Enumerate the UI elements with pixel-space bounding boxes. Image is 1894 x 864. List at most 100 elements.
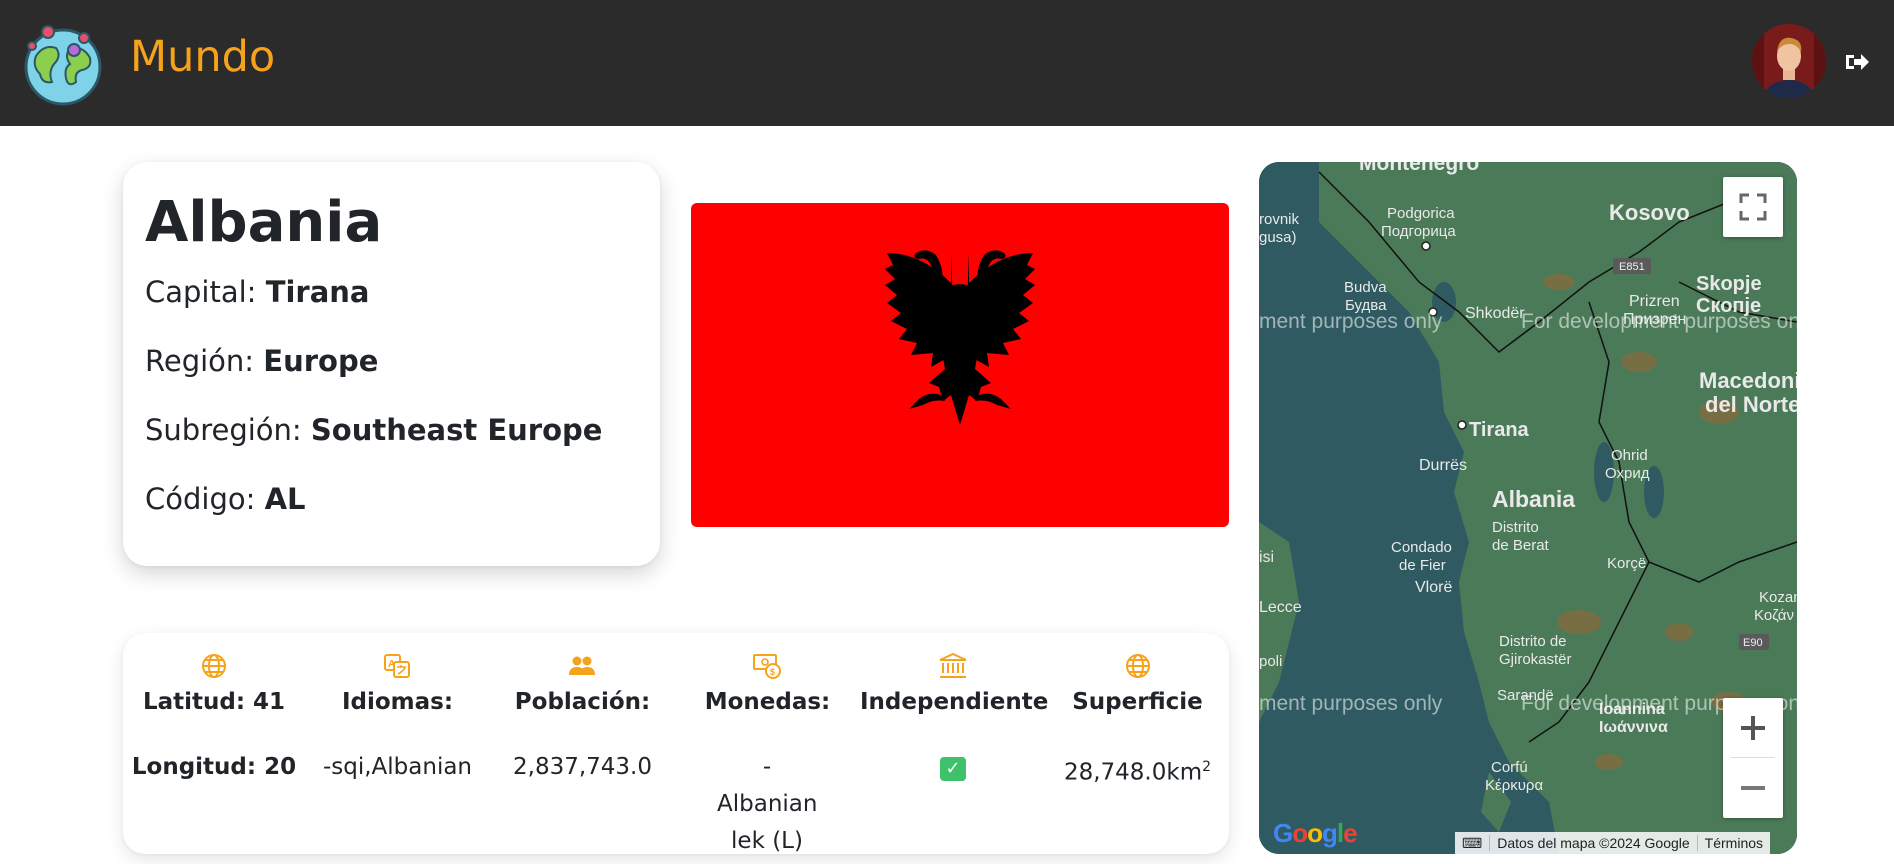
- stat-languages: A Idiomas: -sqi,Albanian: [305, 633, 490, 854]
- svg-text:Skopje: Skopje: [1696, 273, 1762, 295]
- google-map[interactable]: Montenegro Kosovo Podgorica Подгорица Bu…: [1259, 162, 1797, 854]
- subregion-label: Subregión:: [145, 413, 311, 447]
- svg-text:de Berat: de Berat: [1492, 537, 1550, 554]
- svg-text:Gjirokastër: Gjirokastër: [1499, 651, 1572, 668]
- latitude-label: Latitud: 41: [142, 689, 286, 715]
- svg-text:Corfú: Corfú: [1491, 759, 1528, 776]
- dev-watermark: ment purposes only: [1259, 692, 1443, 715]
- svg-text:Distrito: Distrito: [1492, 519, 1539, 536]
- brand-title[interactable]: Mundo: [130, 32, 275, 82]
- svg-text:Ohrid: Ohrid: [1611, 447, 1648, 464]
- area-value: 28,748.0km2: [1046, 749, 1229, 792]
- languages-value: -sqi,Albanian: [322, 754, 473, 780]
- globe-logo-icon[interactable]: [22, 20, 104, 106]
- svg-text:rovnik: rovnik: [1259, 211, 1300, 228]
- region-line: Región: Europe: [145, 344, 378, 378]
- svg-text:de Fier: de Fier: [1399, 557, 1446, 574]
- svg-text:Kozan: Kozan: [1759, 589, 1797, 606]
- code-label: Código:: [145, 482, 265, 516]
- fullscreen-icon: [1739, 193, 1767, 221]
- zoom-in-button[interactable]: [1723, 698, 1783, 758]
- capital-value: Tirana: [265, 275, 370, 309]
- map-data-attribution[interactable]: Datos del mapa ©2024 Google: [1489, 835, 1696, 851]
- svg-text:$: $: [770, 667, 775, 677]
- globe-icon: [1126, 654, 1150, 678]
- languages-label: Idiomas:: [341, 689, 454, 715]
- region-label: Región:: [145, 344, 264, 378]
- region-value: Europe: [263, 344, 379, 378]
- country-stats-card: Latitud: 41 Longitud: 20 A Idiomas: -sqi…: [123, 633, 1229, 854]
- stat-independent: Independiente ✓: [860, 633, 1049, 854]
- svg-text:isi: isi: [1259, 549, 1274, 566]
- user-avatar[interactable]: [1752, 24, 1826, 98]
- svg-text:Vlorë: Vlorë: [1415, 579, 1452, 596]
- svg-text:Korçë: Korçë: [1607, 555, 1646, 572]
- svg-text:Condado: Condado: [1391, 539, 1452, 556]
- svg-text:Lecce: Lecce: [1259, 599, 1302, 616]
- svg-text:Κοζάν: Κοζάν: [1754, 607, 1794, 624]
- keyboard-shortcuts-icon[interactable]: ⌨: [1455, 835, 1489, 852]
- currencies-label: Monedas:: [704, 689, 831, 715]
- svg-text:Ιωάννινα: Ιωάννινα: [1599, 719, 1668, 736]
- svg-text:Macedonia: Macedonia: [1699, 368, 1797, 393]
- subregion-value: Southeast Europe: [310, 413, 603, 447]
- plus-icon: [1741, 716, 1765, 740]
- code-line: Código: AL: [145, 482, 306, 516]
- country-info-card: Albania Capital: Tirana Región: Europe S…: [123, 162, 660, 566]
- svg-text:del Norte: del Norte: [1705, 392, 1797, 417]
- logout-icon[interactable]: [1844, 50, 1870, 74]
- bank-icon: [939, 653, 967, 678]
- subregion-line: Subregión: Southeast Europe: [145, 413, 602, 447]
- svg-text:Distrito de: Distrito de: [1499, 633, 1567, 650]
- zoom-out-button[interactable]: [1723, 758, 1783, 818]
- translate-icon: A: [384, 654, 410, 678]
- svg-text:E851: E851: [1619, 261, 1645, 273]
- country-name: Albania: [145, 190, 383, 255]
- svg-text:A: A: [388, 659, 395, 670]
- svg-text:Durrës: Durrës: [1419, 457, 1467, 474]
- svg-text:E90: E90: [1743, 637, 1763, 649]
- check-mark-icon: ✓: [940, 757, 966, 781]
- currency-exchange-icon: $: [753, 654, 781, 679]
- code-value: AL: [264, 482, 306, 516]
- svg-text:Подгорица: Подгорица: [1381, 223, 1456, 240]
- longitude-label: Longitud: 20: [131, 754, 297, 780]
- top-navbar: Mundo: [0, 0, 1894, 126]
- avatar-image: [1752, 24, 1826, 98]
- stat-coordinates: Latitud: 41 Longitud: 20: [123, 633, 305, 854]
- svg-text:Podgorica: Podgorica: [1387, 205, 1455, 222]
- minus-icon: [1741, 786, 1765, 790]
- population-label: Población:: [514, 689, 651, 715]
- svg-text:Tirana: Tirana: [1469, 419, 1530, 441]
- independent-label: Independiente: [860, 689, 1049, 715]
- population-value: 2,837,743.0: [513, 754, 652, 780]
- dev-watermark: ment purposes only: [1259, 310, 1443, 333]
- currencies-value: -Albanian lek (L): [717, 754, 818, 854]
- capital-line: Capital: Tirana: [145, 275, 370, 309]
- stat-population: Población: 2,837,743.0: [490, 633, 675, 854]
- map-zoom-control: [1723, 698, 1783, 818]
- map-fullscreen-button[interactable]: [1723, 177, 1783, 237]
- people-icon: [569, 656, 595, 675]
- country-flag: [691, 203, 1229, 527]
- area-number: 28,748.0km: [1063, 759, 1203, 786]
- svg-text:Budva: Budva: [1344, 279, 1387, 296]
- map-label: Montenegro: [1359, 162, 1479, 175]
- stat-area: Superficie 28,748.0km2: [1046, 633, 1229, 854]
- independent-value: ✓: [860, 749, 1046, 786]
- capital-label: Capital:: [145, 275, 266, 309]
- google-logo[interactable]: Google: [1273, 818, 1358, 849]
- svg-text:gusa): gusa): [1259, 229, 1297, 246]
- svg-text:Shkodër: Shkodër: [1465, 305, 1525, 322]
- svg-text:Albania: Albania: [1492, 486, 1575, 512]
- area-unit-exponent: 2: [1202, 759, 1212, 775]
- svg-text:Kosovo: Kosovo: [1609, 200, 1690, 225]
- area-label: Superficie: [1072, 689, 1203, 715]
- map-attribution-bar: ⌨ Datos del mapa ©2024 Google Términos: [1455, 832, 1771, 854]
- svg-text:poli: poli: [1259, 653, 1282, 670]
- terms-link[interactable]: Términos: [1696, 835, 1770, 851]
- svg-text:Prizren: Prizren: [1629, 293, 1680, 310]
- dev-watermark: For development purposes only: [1521, 310, 1797, 333]
- svg-text:Охрид: Охрид: [1605, 465, 1650, 482]
- double-headed-eagle-emblem: [885, 250, 1035, 425]
